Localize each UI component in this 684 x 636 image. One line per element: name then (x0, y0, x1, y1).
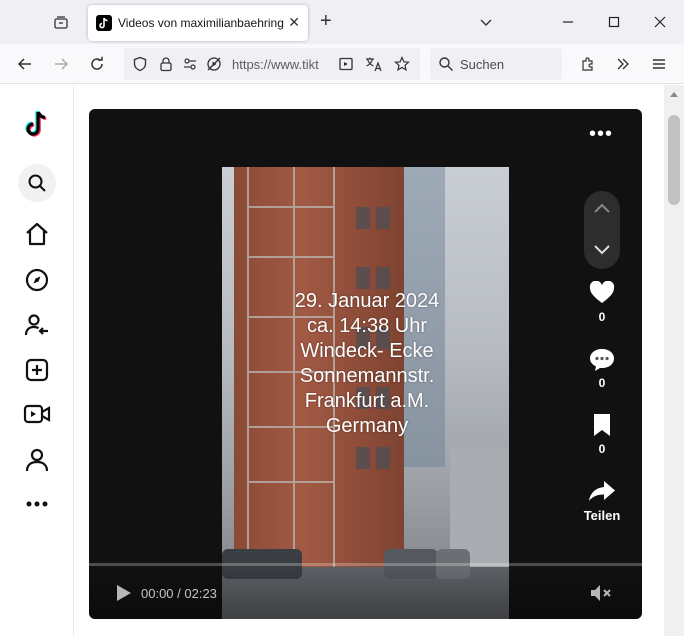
next-video-chevron-icon[interactable] (592, 243, 612, 262)
play-icon[interactable] (113, 583, 133, 603)
like-action[interactable]: 0 (580, 280, 624, 324)
overflow-menu-icon[interactable] (613, 54, 633, 74)
muted-speaker-icon[interactable] (589, 582, 613, 604)
reload-icon[interactable] (87, 54, 107, 74)
share-arrow-icon[interactable] (588, 479, 616, 503)
tab-title: Videos von maximilianbaehring (118, 16, 284, 30)
video-caption-overlay: 29. Januar 2024 ca. 14:38 Uhr Windeck- E… (267, 289, 467, 439)
save-count: 0 (598, 442, 606, 456)
following-icon[interactable] (22, 310, 52, 340)
browser-nav-bar: https://www.tikt Suchen (0, 44, 684, 84)
reader-view-icon[interactable] (336, 54, 356, 74)
heart-icon[interactable] (589, 280, 615, 305)
video-player[interactable]: 29. Januar 2024 ca. 14:38 Uhr Windeck- E… (89, 109, 642, 619)
explore-compass-icon[interactable] (22, 265, 52, 295)
forward-arrow-icon[interactable] (51, 54, 71, 74)
comment-bubble-icon[interactable] (589, 347, 615, 371)
comment-count: 0 (598, 376, 606, 390)
caption-line: 29. Januar 2024 (294, 290, 440, 312)
video-progress-bar[interactable] (89, 563, 642, 566)
tiktok-logo-icon[interactable] (22, 109, 52, 139)
browser-tab[interactable]: Videos von maximilianbaehring ✕ (88, 5, 308, 41)
search-glass-icon (436, 54, 456, 74)
video-time: 00:00 / 02:23 (141, 586, 217, 601)
tiktok-sidebar (0, 85, 74, 636)
permissions-icon[interactable] (180, 54, 200, 74)
tab-overflow-chevron-icon[interactable] (476, 12, 496, 32)
caption-line: Germany (325, 415, 409, 437)
hamburger-menu-icon[interactable] (649, 54, 669, 74)
close-tab-icon[interactable]: ✕ (288, 15, 300, 29)
url-text: https://www.tikt (232, 57, 319, 72)
search-placeholder: Suchen (460, 57, 505, 72)
live-camera-icon[interactable] (22, 399, 52, 429)
caption-line: Frankfurt a.M. (304, 390, 430, 412)
minimize-icon[interactable] (558, 12, 578, 32)
like-count: 0 (598, 310, 606, 324)
previous-video-chevron-icon[interactable] (592, 201, 612, 220)
share-action[interactable]: Teilen (580, 479, 624, 523)
autoplay-blocked-icon[interactable] (204, 54, 224, 74)
extensions-icon[interactable] (578, 54, 598, 74)
video-more-options-icon[interactable]: ••• (589, 123, 613, 146)
save-action[interactable]: 0 (580, 413, 624, 456)
home-icon[interactable] (22, 219, 52, 249)
page-content: 29. Januar 2024 ca. 14:38 Uhr Windeck- E… (0, 85, 684, 636)
url-bar[interactable]: https://www.tikt (124, 48, 420, 80)
bookmark-star-icon[interactable] (392, 54, 412, 74)
caption-line: Sonnemannstr. (299, 365, 435, 387)
scrollbar-thumb[interactable] (668, 115, 680, 205)
caption-line: ca. 14:38 Uhr (306, 315, 428, 337)
bookmark-icon[interactable] (591, 413, 613, 437)
caption-line: Windeck- Ecke (300, 340, 434, 362)
tracking-protection-shield-icon[interactable] (130, 54, 150, 74)
browser-tab-bar: Videos von maximilianbaehring ✕ + (0, 0, 684, 44)
translate-icon[interactable] (364, 54, 384, 74)
tiktok-favicon-icon (96, 15, 112, 31)
scroll-up-arrow-icon[interactable] (667, 87, 681, 101)
close-window-icon[interactable] (650, 12, 670, 32)
sidebar-search-icon[interactable] (22, 168, 52, 198)
comment-action[interactable]: 0 (580, 347, 624, 390)
tab-list-icon[interactable] (48, 10, 74, 34)
more-dots-icon[interactable] (22, 489, 52, 519)
new-tab-button[interactable]: + (320, 10, 332, 32)
lock-icon[interactable] (156, 54, 176, 74)
upload-plus-icon[interactable] (22, 355, 52, 385)
search-bar[interactable]: Suchen (430, 48, 562, 80)
maximize-icon[interactable] (604, 12, 624, 32)
back-arrow-icon[interactable] (15, 54, 35, 74)
share-label: Teilen (583, 508, 621, 523)
video-nav-pill (584, 191, 620, 269)
profile-icon[interactable] (22, 445, 52, 475)
